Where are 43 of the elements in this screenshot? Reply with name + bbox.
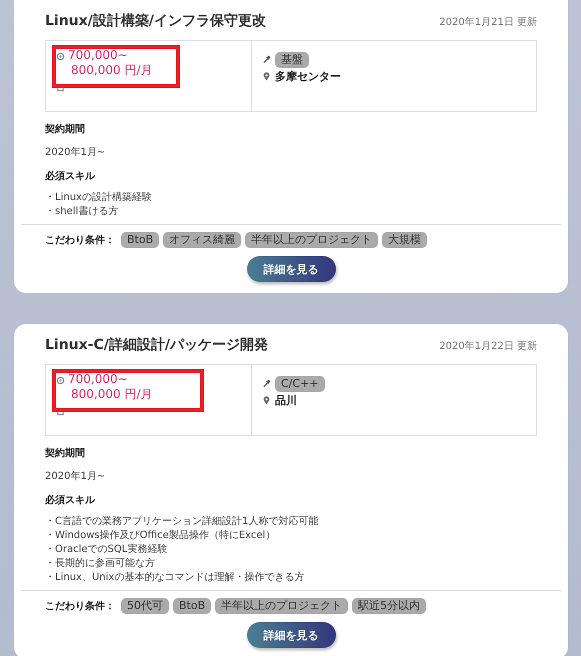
coin-icon xyxy=(56,52,65,61)
condition-tag: 半年以上のプロジェクト xyxy=(215,598,348,614)
section-label: 契約期間 xyxy=(45,122,86,136)
condition-tag: BtoB xyxy=(121,232,160,248)
salary-text: 800,000 円/月 xyxy=(70,63,152,78)
details-button[interactable]: 詳細を見る xyxy=(246,256,336,282)
contract-period: 2020年1月~ xyxy=(45,470,106,483)
location-text: 品川 xyxy=(275,393,297,408)
condition-tag: 大規模 xyxy=(382,232,428,248)
location-pin-icon xyxy=(262,72,271,81)
condition-tag: オフィス綺麗 xyxy=(163,232,242,248)
salary-text: 800,000 円/月 xyxy=(70,387,152,402)
details-button[interactable]: 詳細を見る xyxy=(246,622,336,648)
skill-item: ・Linuxの設計構築経験 xyxy=(45,191,153,205)
section-label: 契約期間 xyxy=(45,446,86,460)
condition-tag: BtoB xyxy=(173,598,212,614)
skill-item: ・Windows操作及びOffice製品操作（特にExcel） xyxy=(45,529,276,543)
updated-date: 2020年1月21日 更新 xyxy=(439,16,537,29)
condition-tag: 50代可 xyxy=(121,598,169,614)
skill-tag: C/C++ xyxy=(275,376,325,392)
skill-item: ・C言語での業務アプリケーション詳細設計1人称で対応可能 xyxy=(45,515,320,529)
skill-item: ・長期的に参画可能な方 xyxy=(45,557,156,571)
location-pin-icon xyxy=(262,396,271,405)
skill-item: ・Linux、Unixの基本的なコマンドは理解・操作できる方 xyxy=(45,571,306,585)
salary-text: 700,000~ xyxy=(68,372,129,387)
condition-tag: 駅近5分以内 xyxy=(352,598,426,614)
conditions-label: こだわり条件： xyxy=(45,600,115,613)
contract-period: 2020年1月~ xyxy=(45,146,106,159)
section-label: 必須スキル xyxy=(45,494,96,507)
skill-item: ・OracleでのSQL実務経験 xyxy=(45,543,168,557)
skill-tag: 基盤 xyxy=(275,52,309,68)
updated-date: 2020年1月22日 更新 xyxy=(439,340,537,353)
conditions-label: こだわり条件： xyxy=(45,234,115,247)
coin-icon xyxy=(56,376,65,385)
location-text: 多摩センター xyxy=(275,69,341,84)
wrench-icon xyxy=(262,379,271,388)
wrench-icon xyxy=(262,55,271,64)
job-title: Linux-C/詳細設計/パッケージ開発 xyxy=(45,336,268,354)
job-title: Linux/設計構築/インフラ保守更改 xyxy=(45,12,266,30)
section-label: 必須スキル xyxy=(45,170,96,183)
condition-tag: 半年以上のプロジェクト xyxy=(245,232,378,248)
skill-item: ・shell書ける方 xyxy=(45,205,120,219)
salary-text: 700,000~ xyxy=(68,48,129,63)
